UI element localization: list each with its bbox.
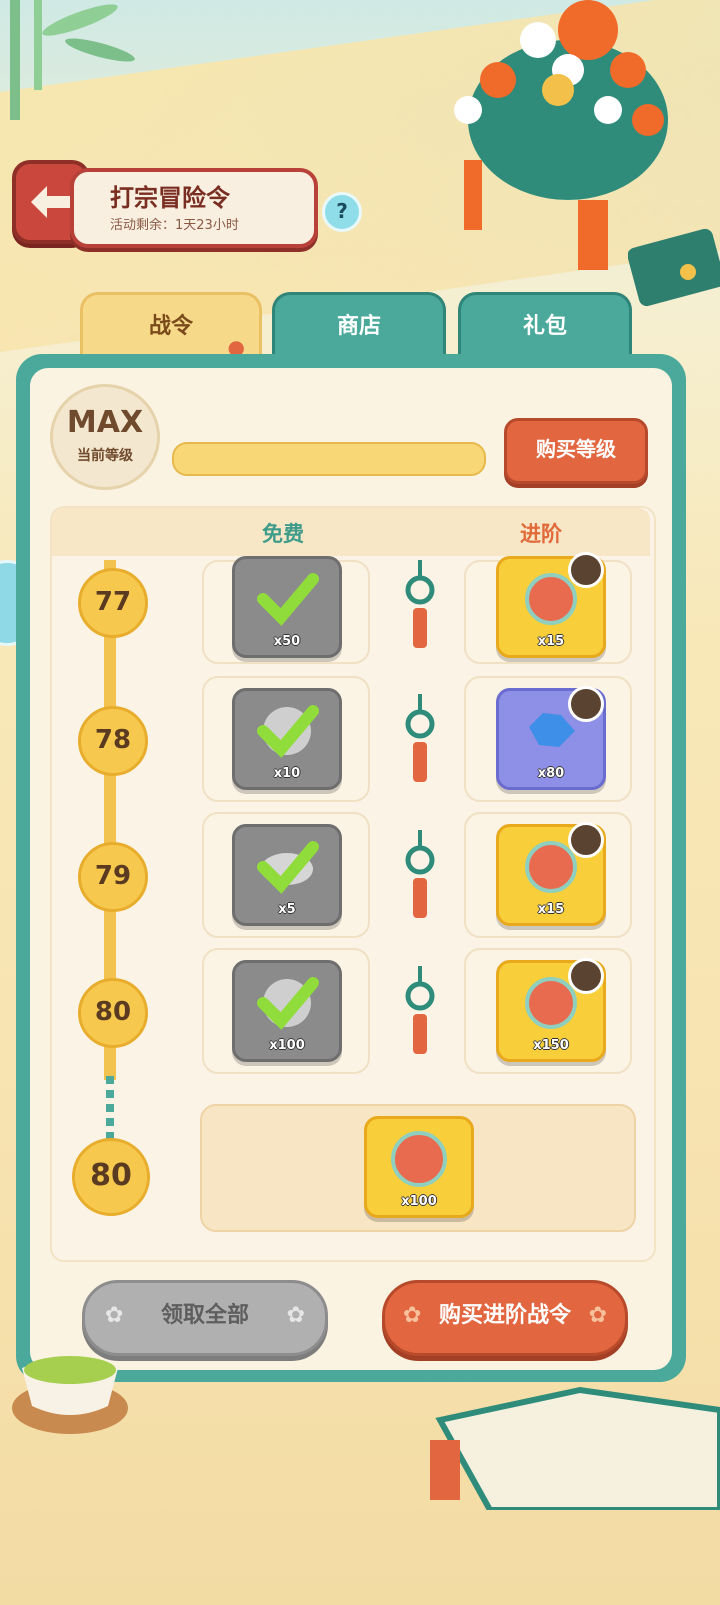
- lock-icon: [568, 686, 604, 722]
- tab-label: 战令: [148, 314, 193, 339]
- opera-mask-coin-icon[interactable]: x100: [364, 1116, 474, 1218]
- lock-icon: [568, 822, 604, 858]
- level-badge: 79: [78, 842, 148, 912]
- tab-shop[interactable]: 商店: [272, 292, 446, 359]
- reward-quantity: x100: [269, 1038, 305, 1053]
- open-book-decoration: [430, 1386, 720, 1510]
- chinese-knot-icon: [405, 830, 435, 918]
- help-button[interactable]: ?: [322, 192, 362, 232]
- check-icon: [257, 705, 319, 758]
- silver-medal-icon[interactable]: x100: [232, 960, 342, 1062]
- title-panel: 打宗冒险令 活动剩余：1天23小时: [70, 168, 318, 248]
- lock-icon: [568, 552, 604, 588]
- chinese-knot-icon: [405, 694, 435, 782]
- reward-quantity: x15: [537, 902, 565, 917]
- reward-quantity: x50: [273, 634, 301, 649]
- current-level-value: MAX: [66, 405, 144, 440]
- tab-gift-pack[interactable]: 礼包: [458, 292, 632, 359]
- buy-advanced-label: 购买进阶战令: [438, 1303, 571, 1328]
- level-badge: 80: [78, 978, 148, 1048]
- tab-label: 礼包: [522, 314, 567, 339]
- tab-label: 商店: [336, 314, 381, 339]
- reward-quantity: x15: [537, 634, 565, 649]
- silver-ingot-icon[interactable]: x5: [232, 824, 342, 926]
- reward-quantity: x5: [278, 902, 296, 917]
- level-progress-bar: [172, 442, 486, 476]
- flower-icon: ✿: [588, 1303, 607, 1328]
- chinese-knot-icon: [405, 966, 435, 1054]
- reward-quantity: x80: [537, 766, 565, 781]
- check-icon: [257, 977, 319, 1030]
- check-icon: [257, 573, 319, 626]
- flower-icon: ✿: [403, 1303, 422, 1328]
- chinese-knot-icon: [405, 560, 435, 648]
- buy-advanced-pass-button[interactable]: ✿ 购买进阶战令 ✿: [382, 1280, 628, 1356]
- final-level-badge: 80: [72, 1138, 150, 1216]
- lock-icon: [568, 958, 604, 994]
- bamboo-decoration: [10, 0, 135, 120]
- tea-cup-decoration: [12, 1356, 128, 1434]
- arrow-left-icon: [31, 186, 71, 218]
- silver-ingot-icon[interactable]: x50: [232, 556, 342, 658]
- free-column-header: 免费: [262, 522, 304, 546]
- page-title: 打宗冒险令: [110, 184, 230, 212]
- level-badge: 77: [78, 568, 148, 638]
- flower-icon: ✿: [286, 1303, 305, 1328]
- level-badge: 78: [78, 706, 148, 776]
- green-book-decoration: [628, 228, 720, 307]
- reward-quantity: x150: [533, 1038, 569, 1053]
- current-level-caption: 当前等级: [77, 448, 133, 464]
- advanced-column-header: 进阶: [520, 522, 562, 546]
- check-icon: [257, 841, 319, 894]
- buy-level-button[interactable]: 购买等级: [504, 418, 648, 484]
- level-track-dots: [106, 1076, 114, 1146]
- reward-quantity: x100: [401, 1194, 437, 1209]
- tab-battle-pass[interactable]: 战令 ●: [80, 292, 262, 359]
- current-level-badge: MAX 当前等级: [50, 384, 160, 490]
- event-time-remaining: 活动剩余：1天23小时: [110, 218, 239, 233]
- reward-quantity: x10: [273, 766, 301, 781]
- claim-all-label: 领取全部: [160, 1303, 249, 1328]
- opera-mask-icon: [391, 1131, 447, 1187]
- silver-medal-icon[interactable]: x10: [232, 688, 342, 790]
